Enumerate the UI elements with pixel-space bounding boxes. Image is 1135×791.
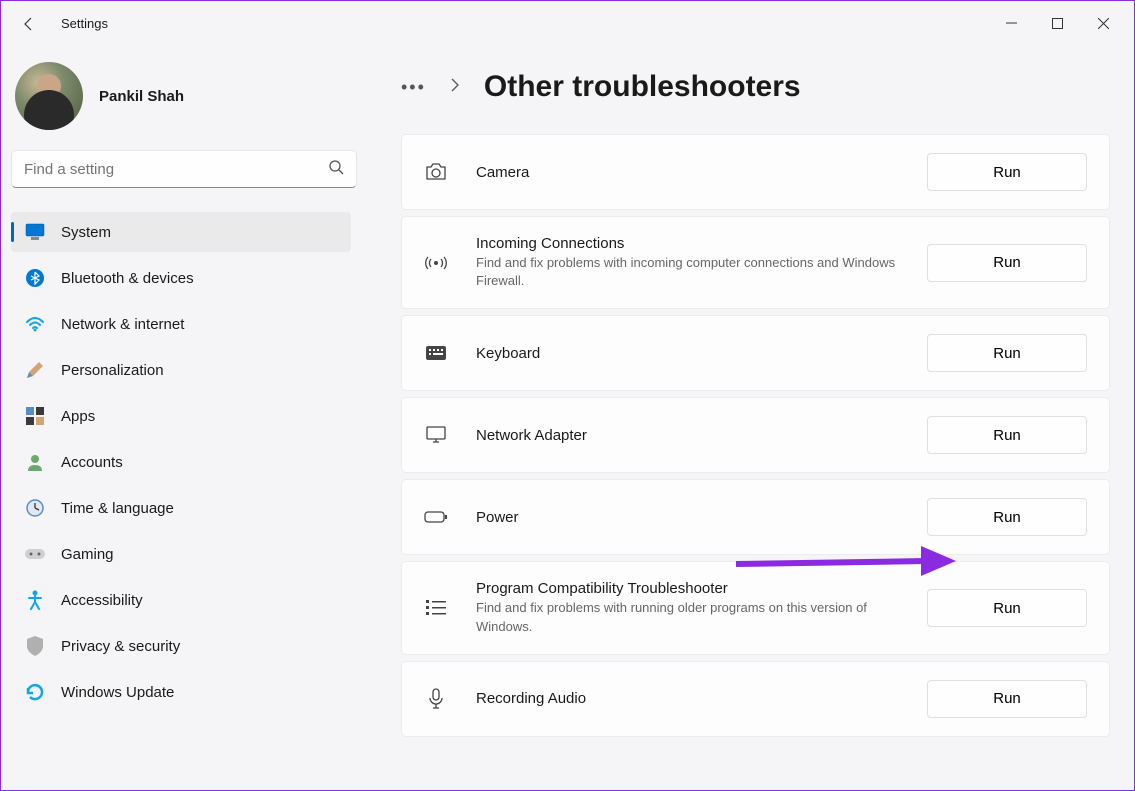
sidebar-item-privacy[interactable]: Privacy & security	[11, 626, 351, 666]
troubleshooter-incoming-connections: Incoming Connections Find and fix proble…	[401, 216, 1110, 309]
main-content: ••• Other troubleshooters Camera Run Inc…	[361, 46, 1134, 790]
run-button-power[interactable]: Run	[927, 498, 1087, 536]
avatar	[15, 62, 83, 130]
nav-list: System Bluetooth & devices Network & int…	[11, 212, 351, 712]
card-desc: Find and fix problems with running older…	[476, 599, 899, 635]
search-icon	[328, 159, 344, 180]
clock-icon	[25, 498, 45, 518]
window-title: Settings	[61, 16, 108, 31]
microphone-icon	[424, 687, 448, 711]
update-icon	[25, 682, 45, 702]
troubleshooter-recording-audio: Recording Audio Run	[401, 661, 1110, 737]
keyboard-icon	[424, 341, 448, 365]
sidebar-item-time[interactable]: Time & language	[11, 488, 351, 528]
close-button[interactable]	[1080, 8, 1126, 40]
card-title: Keyboard	[476, 345, 899, 362]
apps-icon	[25, 406, 45, 426]
sidebar-item-update[interactable]: Windows Update	[11, 672, 351, 712]
broadcast-icon	[424, 251, 448, 275]
sidebar-item-label: Network & internet	[61, 316, 184, 333]
sidebar-item-accounts[interactable]: Accounts	[11, 442, 351, 482]
search-box[interactable]	[11, 150, 357, 188]
troubleshooter-camera: Camera Run	[401, 134, 1110, 210]
person-icon	[25, 452, 45, 472]
titlebar: Settings	[1, 1, 1134, 46]
controller-icon	[25, 544, 45, 564]
breadcrumb: ••• Other troubleshooters	[401, 70, 1110, 104]
monitor-icon	[424, 423, 448, 447]
sidebar-item-bluetooth[interactable]: Bluetooth & devices	[11, 258, 351, 298]
sidebar-item-label: Personalization	[61, 362, 164, 379]
sidebar-item-label: Bluetooth & devices	[61, 270, 194, 287]
run-button-recording[interactable]: Run	[927, 680, 1087, 718]
search-input[interactable]	[24, 161, 328, 178]
minimize-button[interactable]	[988, 8, 1034, 40]
sidebar-item-gaming[interactable]: Gaming	[11, 534, 351, 574]
card-title: Camera	[476, 164, 899, 181]
card-title: Recording Audio	[476, 690, 899, 707]
sidebar-item-label: Time & language	[61, 500, 174, 517]
card-title: Power	[476, 509, 899, 526]
run-button-camera[interactable]: Run	[927, 153, 1087, 191]
brush-icon	[25, 360, 45, 380]
troubleshooter-network-adapter: Network Adapter Run	[401, 397, 1110, 473]
back-button[interactable]	[9, 4, 49, 44]
shield-icon	[25, 636, 45, 656]
sidebar-item-network[interactable]: Network & internet	[11, 304, 351, 344]
system-icon	[25, 222, 45, 242]
sidebar-item-label: Windows Update	[61, 684, 174, 701]
card-title: Network Adapter	[476, 427, 899, 444]
profile-name: Pankil Shah	[99, 88, 184, 105]
sidebar-item-label: Apps	[61, 408, 95, 425]
list-icon	[424, 596, 448, 620]
troubleshooter-power: Power Run	[401, 479, 1110, 555]
sidebar: Pankil Shah System Bluetooth & devices N…	[1, 46, 361, 790]
sidebar-item-apps[interactable]: Apps	[11, 396, 351, 436]
wifi-icon	[25, 314, 45, 334]
battery-icon	[424, 505, 448, 529]
run-button-compat[interactable]: Run	[927, 589, 1087, 627]
chevron-right-icon	[450, 78, 460, 97]
run-button-keyboard[interactable]: Run	[927, 334, 1087, 372]
maximize-button[interactable]	[1034, 8, 1080, 40]
sidebar-item-accessibility[interactable]: Accessibility	[11, 580, 351, 620]
profile[interactable]: Pankil Shah	[11, 58, 351, 150]
sidebar-item-system[interactable]: System	[11, 212, 351, 252]
sidebar-item-label: Accessibility	[61, 592, 143, 609]
accessibility-icon	[25, 590, 45, 610]
camera-icon	[424, 160, 448, 184]
breadcrumb-ellipsis[interactable]: •••	[401, 77, 426, 98]
sidebar-item-label: Gaming	[61, 546, 114, 563]
card-title: Incoming Connections	[476, 235, 899, 252]
troubleshooter-program-compat: Program Compatibility Troubleshooter Fin…	[401, 561, 1110, 654]
card-title: Program Compatibility Troubleshooter	[476, 580, 899, 597]
sidebar-item-personalization[interactable]: Personalization	[11, 350, 351, 390]
page-title: Other troubleshooters	[484, 70, 801, 104]
run-button-network-adapter[interactable]: Run	[927, 416, 1087, 454]
sidebar-item-label: Accounts	[61, 454, 123, 471]
sidebar-item-label: Privacy & security	[61, 638, 180, 655]
troubleshooter-keyboard: Keyboard Run	[401, 315, 1110, 391]
run-button-incoming[interactable]: Run	[927, 244, 1087, 282]
card-desc: Find and fix problems with incoming comp…	[476, 254, 899, 290]
sidebar-item-label: System	[61, 224, 111, 241]
bluetooth-icon	[25, 268, 45, 288]
